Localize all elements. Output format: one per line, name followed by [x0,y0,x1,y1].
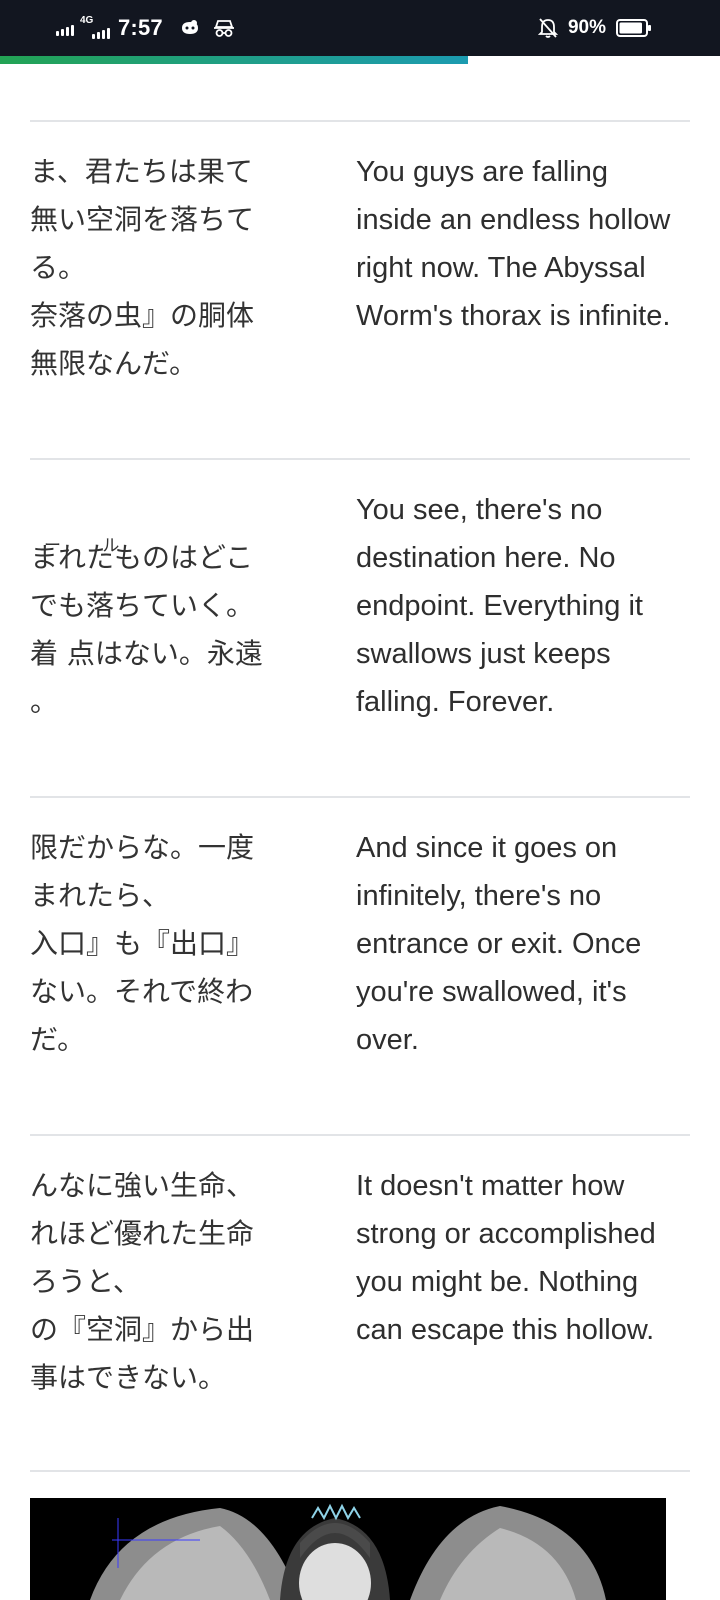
japanese-text-body: まれたものはどこ でも落ちていく。 着 点はない。永遠 。 [30,541,263,718]
network-type-label: 4G [80,15,94,26]
signal-icon [56,20,74,36]
table-row: 限だからな。一度 まれたら、 入口』も『出口』 ない。それで終わ だ。 And … [30,796,690,1134]
japanese-text: まれたものはどこ でも落ちていく。 着 点はない。永遠 。 ー ル [30,460,356,796]
english-text: It doesn't matter how strong or accompli… [356,1170,656,1346]
incognito-icon [213,18,235,38]
english-text: You see, there's no destination here. No… [356,494,643,718]
battery-icon [616,18,652,38]
alarm-muted-icon [537,17,558,39]
status-bar: 4G 7:57 90% [0,0,720,56]
furigana-ruby: ー ル [44,536,138,556]
japanese-text: ま、君たちは果て 無い空洞を落ちて る。 奈落の虫』の胴体 無限なんだ。 [30,155,255,380]
reading-progress-fill [0,56,468,64]
english-text: You guys are falling inside an endless h… [356,156,671,332]
battery-percent: 90% [567,17,606,38]
status-time: 7:57 [118,15,163,40]
bilingual-table: ま、君たちは果て 無い空洞を落ちて る。 奈落の虫』の胴体 無限なんだ。 You… [30,120,690,1472]
status-right: 90% [537,0,652,56]
winged-character-image [30,1498,666,1600]
table-row: ま、君たちは果て 無い空洞を落ちて る。 奈落の虫』の胴体 無限なんだ。 You… [30,120,690,458]
reading-progress-bar [0,56,720,64]
character-illustration [30,1498,666,1600]
japanese-text: 限だからな。一度 まれたら、 入口』も『出口』 ない。それで終わ だ。 [30,831,255,1056]
table-row: まれたものはどこ でも落ちていく。 着 点はない。永遠 。 ー ル You se… [30,458,690,796]
table-row: んなに強い生命、 れほど優れた生命 ろうと、 の『空洞』から出 事はできない。 … [30,1134,690,1472]
notification-app-icon [179,19,201,37]
english-text: And since it goes on infinitely, there's… [356,832,642,1056]
mobile-data-icon: 4G [80,15,110,39]
japanese-text: んなに強い生命、 れほど優れた生命 ろうと、 の『空洞』から出 事はできない。 [30,1169,255,1394]
status-left: 4G 7:57 [56,0,235,56]
